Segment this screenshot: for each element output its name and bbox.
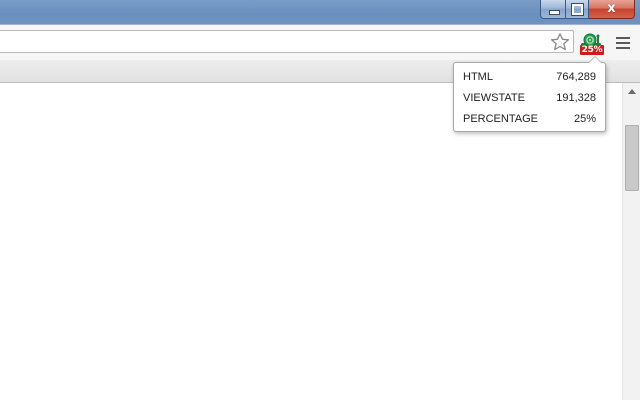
hamburger-icon[interactable] (616, 37, 630, 49)
stat-value: 764,289 (556, 71, 596, 83)
scroll-up-arrow-icon[interactable] (628, 89, 636, 94)
minimize-button[interactable] (540, 0, 566, 19)
close-button[interactable]: x (589, 0, 635, 19)
restore-icon (571, 3, 584, 16)
stat-label: PERCENTAGE (463, 113, 538, 125)
vertical-scrollbar[interactable] (622, 83, 640, 400)
close-icon: x (607, 1, 616, 16)
extension-popup: HTML 764,289 VIEWSTATE 191,328 PERCENTAG… (453, 56, 606, 132)
stat-row-percentage: PERCENTAGE 25% (463, 111, 596, 127)
stat-label: VIEWSTATE (463, 92, 525, 104)
scroll-thumb[interactable] (625, 125, 639, 191)
extension-badge: 25% (580, 45, 604, 55)
window-titlebar: x (0, 0, 640, 24)
star-icon[interactable] (550, 32, 570, 52)
stat-row-viewstate: VIEWSTATE 191,328 (463, 90, 596, 106)
minimize-icon (549, 10, 560, 15)
stat-row-html: HTML 764,289 (463, 69, 596, 85)
address-bar[interactable] (0, 30, 574, 53)
stat-value: 25% (573, 113, 596, 125)
extension-button[interactable]: 25% (580, 32, 604, 56)
restore-button[interactable] (566, 0, 589, 19)
stat-label: HTML (463, 71, 493, 83)
browser-toolbar: 25% (0, 24, 640, 60)
window-controls: x (540, 0, 635, 19)
stat-value: 191,328 (556, 92, 596, 104)
